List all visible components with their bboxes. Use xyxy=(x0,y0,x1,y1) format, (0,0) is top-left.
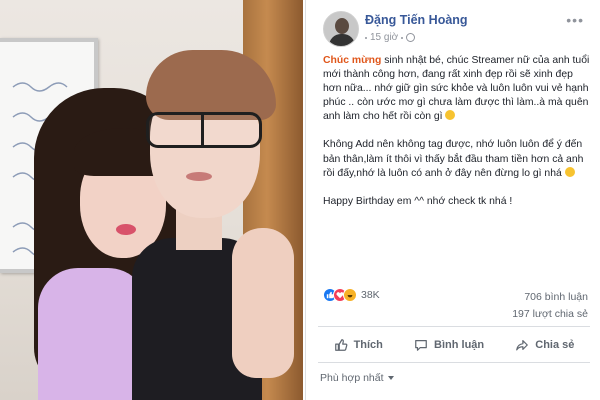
smile-emoji-icon xyxy=(564,166,575,177)
divider xyxy=(318,362,590,363)
woman-lips xyxy=(116,224,136,235)
share-button[interactable]: Chia sẻ xyxy=(515,338,574,352)
post-highlight[interactable]: Chúc mừng xyxy=(323,55,381,66)
caret-down-icon xyxy=(387,376,394,380)
author-avatar[interactable] xyxy=(323,11,359,47)
post-text: Chúc mừng sinh nhật bé, chúc Streamer nữ… xyxy=(323,54,593,223)
share-arrow-icon xyxy=(516,340,529,351)
man-lips xyxy=(186,172,212,181)
man-arm xyxy=(232,228,294,378)
avatar-head xyxy=(335,18,349,34)
share-count-link[interactable]: 197 lượt chia sẻ xyxy=(512,306,588,323)
comment-button[interactable]: Bình luận xyxy=(414,338,484,352)
globe-icon xyxy=(406,33,416,42)
post-paragraph-2: Không Add nên không tag được, nhớ luôn l… xyxy=(323,138,593,180)
post-photo[interactable] xyxy=(0,0,303,400)
comment-icon xyxy=(415,340,427,351)
post-paragraph-2-text: Không Add nên không tag được, nhớ luôn l… xyxy=(323,139,584,179)
like-label: Thích xyxy=(353,339,383,351)
meta-dot xyxy=(365,36,367,39)
thumbs-up-icon xyxy=(334,339,347,351)
smile-emoji-icon xyxy=(445,110,456,121)
facebook-post: Đặng Tiến Hoàng 15 giờ ••• Chúc mừng sin… xyxy=(305,0,600,400)
post-time[interactable]: 15 giờ xyxy=(370,32,398,43)
author-name[interactable]: Đặng Tiến Hoàng xyxy=(365,13,468,27)
avatar-body xyxy=(329,34,355,46)
haha-reaction-icon xyxy=(343,288,357,302)
man-glasses xyxy=(146,112,262,148)
sort-label: Phù hợp nhất xyxy=(320,372,384,384)
post-paragraph-3: Happy Birthday em ^^ nhớ check tk nhá ! xyxy=(323,195,513,207)
divider xyxy=(318,326,590,327)
post-meta: 15 giờ xyxy=(365,32,416,43)
like-button[interactable]: Thích xyxy=(334,338,383,352)
post-stats: 706 bình luận 197 lượt chia sẻ xyxy=(512,289,588,323)
comment-sort-dropdown[interactable]: Phù hợp nhất xyxy=(320,372,394,384)
post-paragraph-1: Chúc mừng sinh nhật bé, chúc Streamer nữ… xyxy=(323,54,593,124)
comment-count-link[interactable]: 706 bình luận xyxy=(512,289,588,306)
meta-dot xyxy=(401,36,404,39)
comment-label: Bình luận xyxy=(434,339,485,351)
reaction-count: 38K xyxy=(361,289,380,301)
share-label: Chia sẻ xyxy=(535,339,575,351)
more-options-icon[interactable]: ••• xyxy=(566,12,584,28)
post-actions: Thích Bình luận Chia sẻ xyxy=(318,333,590,357)
reactions-summary[interactable]: 38K xyxy=(323,288,380,302)
